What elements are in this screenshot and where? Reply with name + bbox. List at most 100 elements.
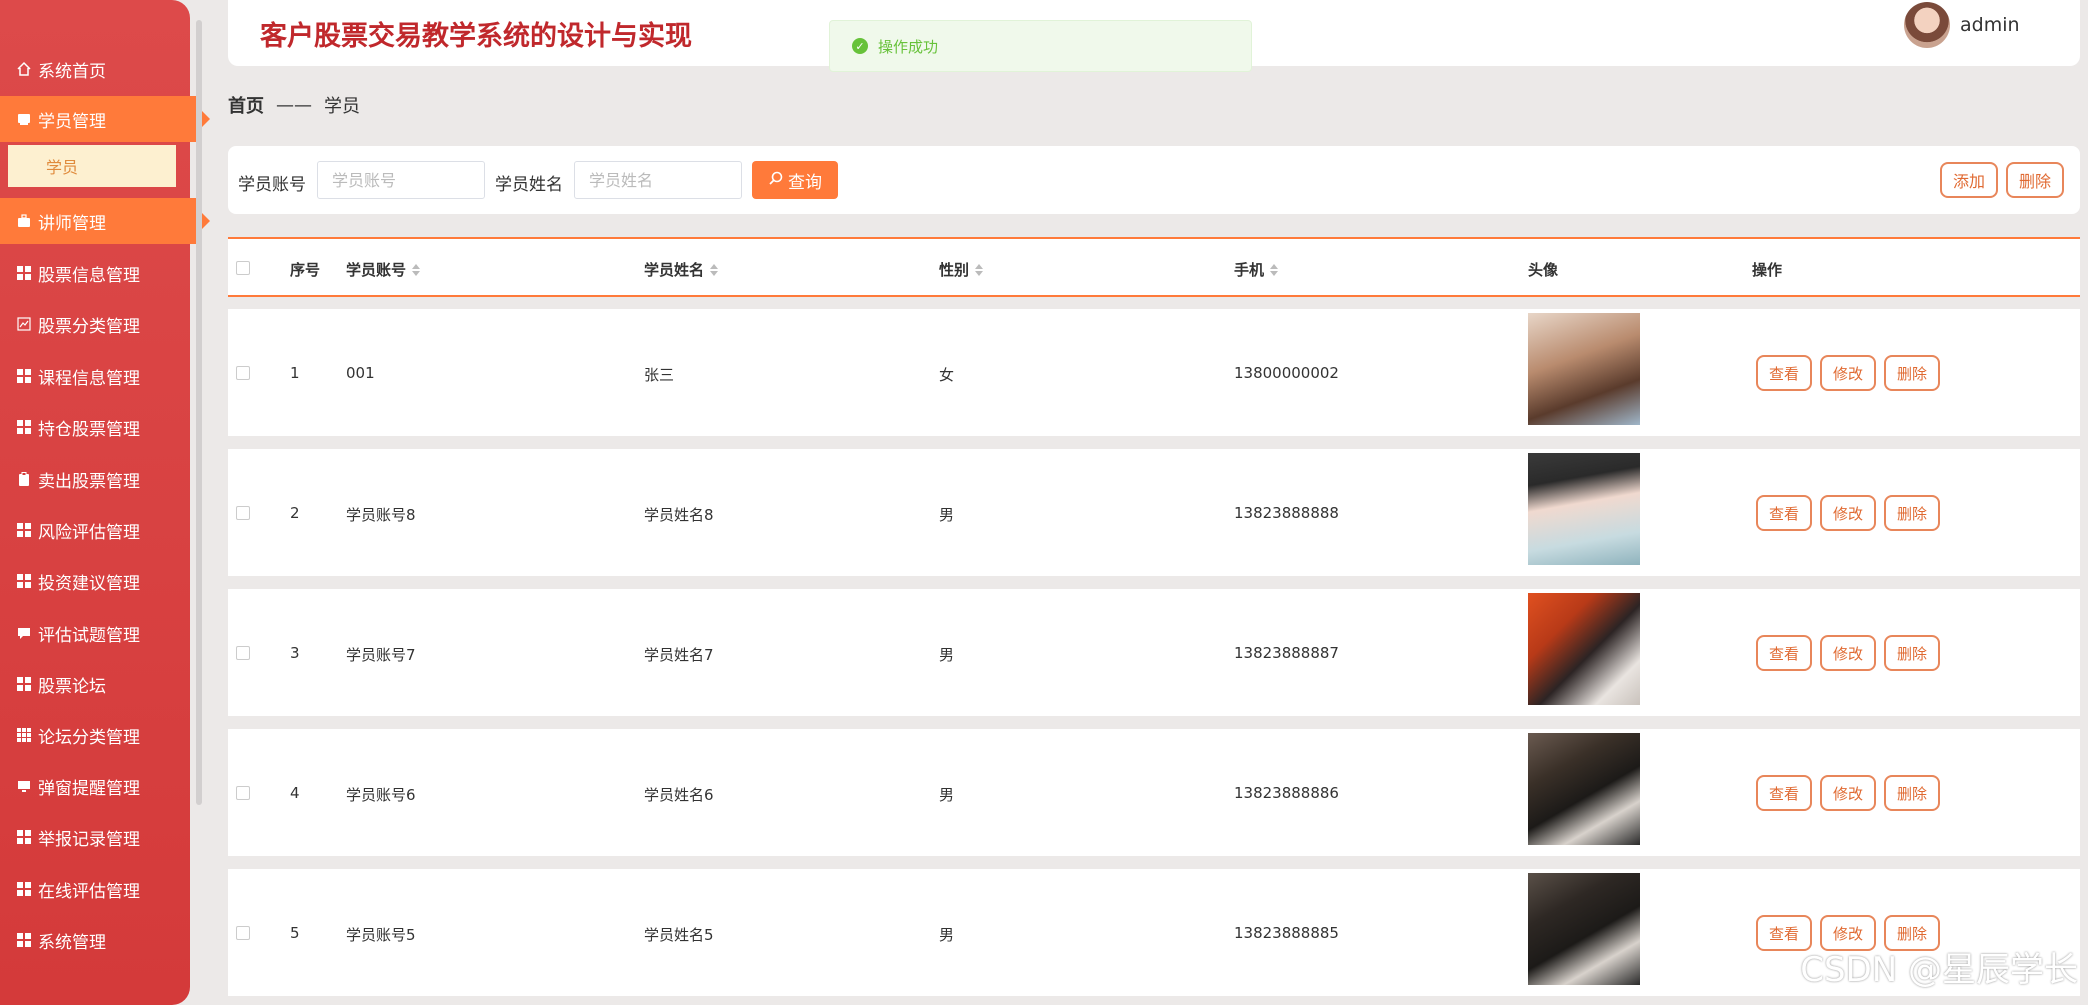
col-name[interactable]: 学员姓名 xyxy=(644,259,719,280)
add-button-label: 添加 xyxy=(1952,172,1985,191)
sort-icon[interactable] xyxy=(412,263,421,276)
edit-button[interactable]: 修改 xyxy=(1820,775,1876,811)
sort-icon[interactable] xyxy=(975,263,984,276)
page-title: 客户股票交易教学系统的设计与实现 xyxy=(260,21,692,52)
cell-phone: 13800000002 xyxy=(1234,364,1339,382)
sort-icon[interactable] xyxy=(1270,263,1279,276)
cell-index: 2 xyxy=(290,504,300,522)
sidebar-item-label: 课程信息管理 xyxy=(38,368,140,389)
sidebar-item-stock-category[interactable]: 股票分类管理 xyxy=(0,301,190,347)
view-button[interactable]: 查看 xyxy=(1756,355,1812,391)
student-photo[interactable] xyxy=(1528,873,1640,985)
edit-button[interactable]: 修改 xyxy=(1820,635,1876,671)
view-button-label: 查看 xyxy=(1768,504,1799,523)
add-button[interactable]: 添加 xyxy=(1940,162,1998,198)
cell-gender: 女 xyxy=(939,366,955,384)
col-phone[interactable]: 手机 xyxy=(1234,259,1279,280)
cell-gender: 男 xyxy=(939,926,955,944)
view-button[interactable]: 查看 xyxy=(1756,775,1812,811)
sidebar-scrollbar[interactable] xyxy=(196,20,202,805)
cell-gender: 男 xyxy=(939,506,955,524)
sidebar-item-online-eval[interactable]: 在线评估管理 xyxy=(0,866,190,912)
select-all-checkbox[interactable] xyxy=(236,261,250,275)
sidebar-item-label: 股票论坛 xyxy=(38,676,106,697)
grid-icon xyxy=(16,522,32,538)
student-photo[interactable] xyxy=(1528,313,1640,425)
view-button-label: 查看 xyxy=(1768,924,1799,943)
sidebar-item-sell-stock[interactable]: 卖出股票管理 xyxy=(0,456,190,502)
account-search-input[interactable] xyxy=(317,161,485,199)
delete-button[interactable]: 删除 xyxy=(1884,635,1940,671)
edit-button-label: 修改 xyxy=(1832,924,1863,943)
query-button[interactable]: 查询 xyxy=(752,161,838,199)
sort-icon[interactable] xyxy=(710,263,719,276)
sidebar-item-popup[interactable]: 弹窗提醒管理 xyxy=(0,763,190,809)
name-label: 学员姓名 xyxy=(495,175,563,195)
row-checkbox[interactable] xyxy=(236,926,250,940)
col-actions-label: 操作 xyxy=(1752,261,1783,279)
delete-button[interactable]: 删除 xyxy=(1884,495,1940,531)
cell-gender: 男 xyxy=(939,786,955,804)
sidebar-item-questions[interactable]: 评估试题管理 xyxy=(0,610,190,656)
table-header: 序号 学员账号 学员姓名 性别 手机 头像 操作 xyxy=(228,237,2080,297)
sidebar-item-home[interactable]: 系统首页 xyxy=(0,46,190,92)
col-gender[interactable]: 性别 xyxy=(939,259,984,280)
table-row: 2 学员账号8 学员姓名8 男 13823888888 查看 修改 删除 xyxy=(228,449,2080,576)
avatar[interactable] xyxy=(1904,2,1950,48)
view-button-label: 查看 xyxy=(1768,364,1799,383)
delete-button[interactable]: 删除 xyxy=(1884,355,1940,391)
student-photo[interactable] xyxy=(1528,733,1640,845)
sidebar-item-holdings[interactable]: 持仓股票管理 xyxy=(0,404,190,450)
student-photo[interactable] xyxy=(1528,453,1640,565)
view-button-label: 查看 xyxy=(1768,784,1799,803)
view-button[interactable]: 查看 xyxy=(1756,635,1812,671)
account-label: 学员账号 xyxy=(238,175,306,195)
row-checkbox[interactable] xyxy=(236,506,250,520)
cell-index: 4 xyxy=(290,784,300,802)
sidebar: 系统首页 学员管理 学员 讲师管理 股票信息管理 股票分类管理 课程信息管理 持… xyxy=(0,0,210,1005)
grid-icon xyxy=(16,881,32,897)
row-checkbox[interactable] xyxy=(236,366,250,380)
sidebar-item-advice[interactable]: 投资建议管理 xyxy=(0,558,190,604)
delete-button-label: 删除 xyxy=(1896,364,1927,383)
sidebar-item-forum-category[interactable]: 论坛分类管理 xyxy=(0,712,190,758)
sidebar-item-forum[interactable]: 股票论坛 xyxy=(0,661,190,707)
row-checkbox[interactable] xyxy=(236,786,250,800)
sidebar-item-system[interactable]: 系统管理 xyxy=(0,917,190,963)
sidebar-item-reports[interactable]: 举报记录管理 xyxy=(0,814,190,860)
batch-delete-button[interactable]: 删除 xyxy=(2006,162,2064,198)
cell-name: 学员姓名5 xyxy=(644,926,714,944)
name-search-input[interactable] xyxy=(574,161,742,199)
view-button[interactable]: 查看 xyxy=(1756,495,1812,531)
breadcrumb: 首页 —— 学员 xyxy=(228,92,360,118)
student-photo[interactable] xyxy=(1528,593,1640,705)
sidebar-item-stock-info[interactable]: 股票信息管理 xyxy=(0,250,190,296)
edit-button-label: 修改 xyxy=(1832,784,1863,803)
grid9-icon xyxy=(16,727,32,743)
user-name[interactable]: admin xyxy=(1960,14,2020,36)
cell-name: 张三 xyxy=(644,366,675,384)
row-checkbox[interactable] xyxy=(236,646,250,660)
edit-button[interactable]: 修改 xyxy=(1820,355,1876,391)
cell-phone: 13823888888 xyxy=(1234,504,1339,522)
sidebar-item-label: 评估试题管理 xyxy=(38,625,140,646)
sidebar-item-teachers[interactable]: 讲师管理 xyxy=(0,198,210,244)
grid-icon xyxy=(16,676,32,692)
breadcrumb-home[interactable]: 首页 xyxy=(228,92,264,118)
batch-delete-button-label: 删除 xyxy=(2018,172,2051,191)
delete-button-label: 删除 xyxy=(1896,784,1927,803)
grid-icon xyxy=(16,368,32,384)
toast-text: 操作成功 xyxy=(878,37,939,56)
sidebar-item-label: 举报记录管理 xyxy=(38,829,140,850)
breadcrumb-separator: —— xyxy=(276,94,312,116)
cell-name: 学员姓名8 xyxy=(644,506,714,524)
sidebar-item-course-info[interactable]: 课程信息管理 xyxy=(0,353,190,399)
breadcrumb-current: 学员 xyxy=(324,96,360,117)
edit-button[interactable]: 修改 xyxy=(1820,495,1876,531)
delete-button[interactable]: 删除 xyxy=(1884,775,1940,811)
sidebar-item-students[interactable]: 学员管理 xyxy=(0,96,210,142)
sidebar-item-risk[interactable]: 风险评估管理 xyxy=(0,507,190,553)
col-account[interactable]: 学员账号 xyxy=(346,259,421,280)
sidebar-subitem-student[interactable]: 学员 xyxy=(8,145,176,187)
grid-icon xyxy=(16,419,32,435)
